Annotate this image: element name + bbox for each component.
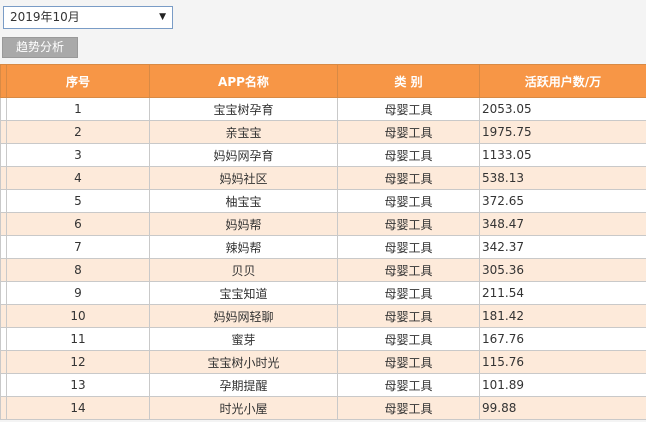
rank-cell: 12 [6, 350, 150, 374]
active-users-cell: 1133.05 [479, 143, 646, 167]
category-cell: 母婴工具 [337, 327, 480, 351]
rank-cell: 3 [6, 143, 150, 167]
app-name-cell: 宝宝知道 [149, 281, 338, 305]
header-active-users: 活跃用户数/万 [479, 64, 646, 98]
app-name-cell: 妈妈网孕育 [149, 143, 338, 167]
active-users-cell: 342.37 [479, 235, 646, 259]
table-row: 7 辣妈帮 母婴工具 342.37 [0, 235, 646, 259]
active-users-cell: 99.88 [479, 396, 646, 420]
category-cell: 母婴工具 [337, 258, 480, 282]
rank-cell: 10 [6, 304, 150, 328]
category-cell: 母婴工具 [337, 304, 480, 328]
rank-cell: 14 [6, 396, 150, 420]
app-name-cell: 妈妈网轻聊 [149, 304, 338, 328]
app-name-cell: 蜜芽 [149, 327, 338, 351]
active-users-cell: 181.42 [479, 304, 646, 328]
category-cell: 母婴工具 [337, 373, 480, 397]
active-users-cell: 2053.05 [479, 97, 646, 121]
month-select[interactable]: 2019年10月 ▼ [3, 6, 173, 29]
app-name-cell: 妈妈帮 [149, 212, 338, 236]
active-users-cell: 372.65 [479, 189, 646, 213]
app-name-cell: 亲宝宝 [149, 120, 338, 144]
active-users-cell: 1975.75 [479, 120, 646, 144]
table-row: 4 妈妈社区 母婴工具 538.13 [0, 166, 646, 190]
header-rank: 序号 [6, 64, 150, 98]
table-row: 12 宝宝树小时光 母婴工具 115.76 [0, 350, 646, 374]
active-users-cell: 348.47 [479, 212, 646, 236]
category-cell: 母婴工具 [337, 235, 480, 259]
table-header-row: 序号 APP名称 类 别 活跃用户数/万 [0, 64, 646, 98]
app-ranking-table: 序号 APP名称 类 别 活跃用户数/万 1 宝宝树孕育 母婴工具 2053.05 2 亲… [0, 64, 646, 420]
table-row: 10 妈妈网轻聊 母婴工具 181.42 [0, 304, 646, 328]
active-users-cell: 211.54 [479, 281, 646, 305]
category-cell: 母婴工具 [337, 212, 480, 236]
rank-cell: 11 [6, 327, 150, 351]
table-row: 6 妈妈帮 母婴工具 348.47 [0, 212, 646, 236]
rank-cell: 5 [6, 189, 150, 213]
header-app-name: APP名称 [149, 64, 338, 98]
rank-cell: 13 [6, 373, 150, 397]
table-row: 1 宝宝树孕育 母婴工具 2053.05 [0, 97, 646, 121]
active-users-cell: 538.13 [479, 166, 646, 190]
category-cell: 母婴工具 [337, 281, 480, 305]
table-row: 5 柚宝宝 母婴工具 372.65 [0, 189, 646, 213]
rank-cell: 2 [6, 120, 150, 144]
active-users-cell: 115.76 [479, 350, 646, 374]
app-name-cell: 辣妈帮 [149, 235, 338, 259]
rank-cell: 8 [6, 258, 150, 282]
app-name-cell: 孕期提醒 [149, 373, 338, 397]
app-name-cell: 宝宝树小时光 [149, 350, 338, 374]
app-name-cell: 柚宝宝 [149, 189, 338, 213]
app-name-cell: 宝宝树孕育 [149, 97, 338, 121]
table-row: 2 亲宝宝 母婴工具 1975.75 [0, 120, 646, 144]
table-row: 13 孕期提醒 母婴工具 101.89 [0, 373, 646, 397]
table-row: 9 宝宝知道 母婴工具 211.54 [0, 281, 646, 305]
app-name-cell: 妈妈社区 [149, 166, 338, 190]
table-row: 14 时光小屋 母婴工具 99.88 [0, 396, 646, 420]
category-cell: 母婴工具 [337, 396, 480, 420]
active-users-cell: 101.89 [479, 373, 646, 397]
category-cell: 母婴工具 [337, 143, 480, 167]
active-users-cell: 305.36 [479, 258, 646, 282]
rank-cell: 7 [6, 235, 150, 259]
header-category: 类 别 [337, 64, 480, 98]
table-row: 3 妈妈网孕育 母婴工具 1133.05 [0, 143, 646, 167]
rank-cell: 9 [6, 281, 150, 305]
table-row: 11 蜜芽 母婴工具 167.76 [0, 327, 646, 351]
app-name-cell: 时光小屋 [149, 396, 338, 420]
table-row: 8 贝贝 母婴工具 305.36 [0, 258, 646, 282]
trend-analysis-button[interactable]: 趋势分析 [2, 37, 78, 58]
category-cell: 母婴工具 [337, 350, 480, 374]
category-cell: 母婴工具 [337, 120, 480, 144]
chevron-down-icon[interactable]: ▼ [159, 7, 166, 28]
active-users-cell: 167.76 [479, 327, 646, 351]
rank-cell: 4 [6, 166, 150, 190]
month-select-value: 2019年10月 [10, 10, 80, 24]
rank-cell: 6 [6, 212, 150, 236]
category-cell: 母婴工具 [337, 166, 480, 190]
filter-bar: 2019年10月 ▼ 趋势分析 [0, 0, 646, 62]
category-cell: 母婴工具 [337, 97, 480, 121]
rank-cell: 1 [6, 97, 150, 121]
category-cell: 母婴工具 [337, 189, 480, 213]
app-name-cell: 贝贝 [149, 258, 338, 282]
